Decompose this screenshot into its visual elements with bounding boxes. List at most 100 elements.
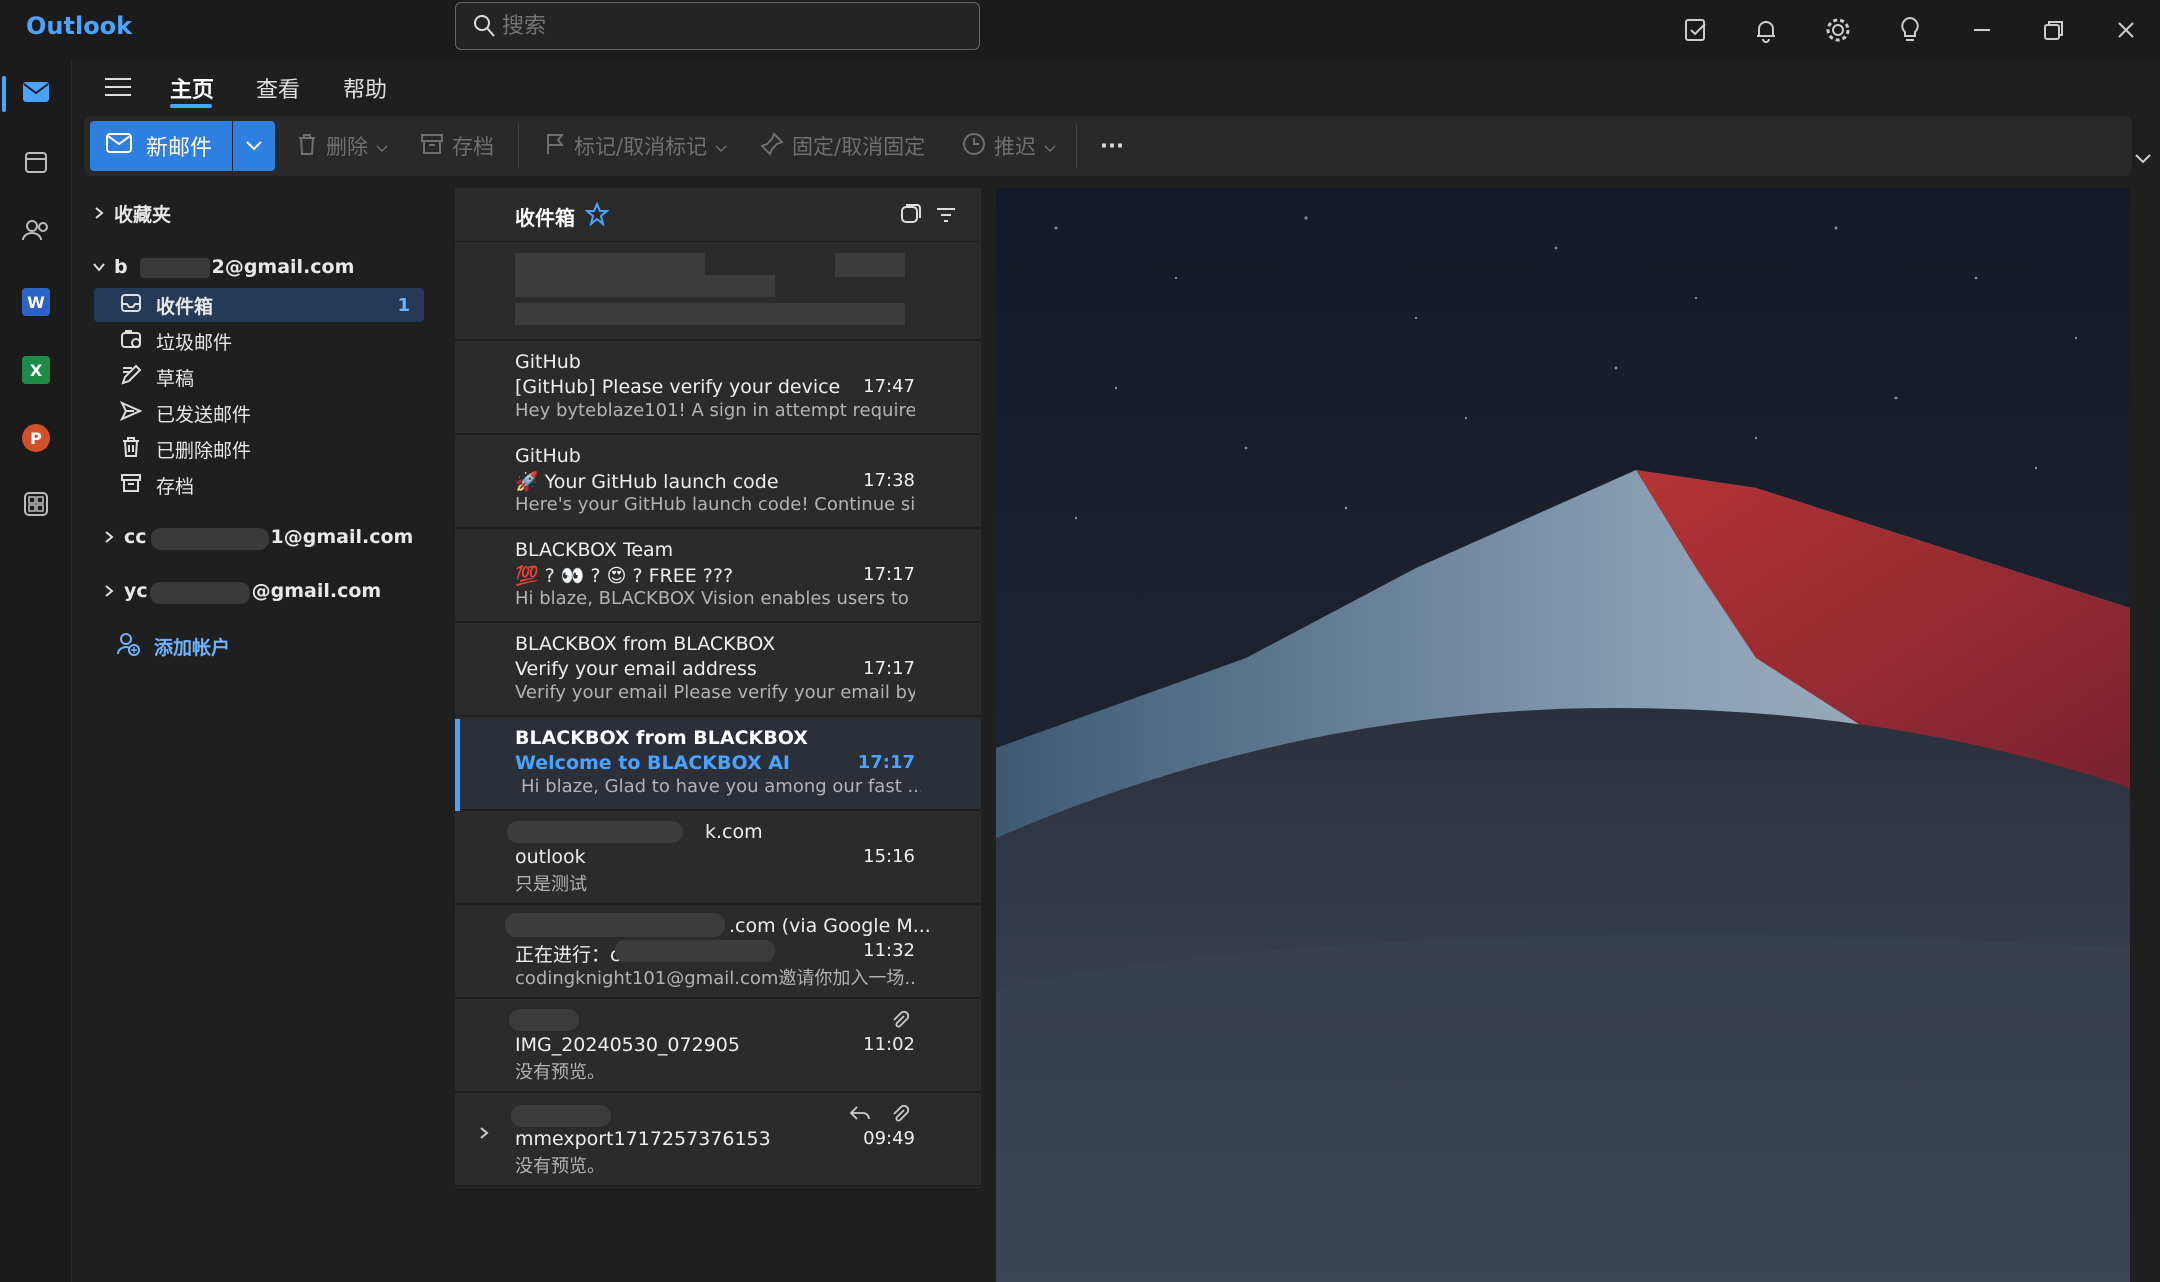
wallpaper-image xyxy=(996,188,2130,1282)
message-item[interactable]: k.com outlook 15:16 只是测试 xyxy=(455,813,981,905)
snooze-button[interactable]: 推迟 xyxy=(962,130,1056,162)
message-subject: 💯 ? 👀 ? 😍 ? FREE ??? xyxy=(515,565,734,587)
message-item[interactable]: BLACKBOX from BLACKBOX Verify your email… xyxy=(455,625,981,717)
message-sender: k.com xyxy=(705,821,763,843)
trash-icon xyxy=(120,436,142,463)
archive-button[interactable]: 存档 xyxy=(420,130,494,162)
search-input[interactable] xyxy=(502,9,962,43)
chevron-right-icon[interactable] xyxy=(479,1125,489,1144)
add-account-label: 添加帐户 xyxy=(154,637,231,659)
gear-icon[interactable] xyxy=(1818,10,1858,50)
folder-junk[interactable]: 垃圾邮件 xyxy=(94,324,424,358)
tab-underline xyxy=(170,104,212,108)
message-time: 15:16 xyxy=(863,846,915,867)
rail-people[interactable] xyxy=(0,204,72,260)
message-item[interactable]: GitHub [GitHub] Please verify your devic… xyxy=(455,343,981,435)
message-item[interactable]: GitHub 🚀 Your GitHub launch code 17:38 H… xyxy=(455,437,981,529)
redacted-text xyxy=(511,1105,611,1127)
tab-home[interactable]: 主页 xyxy=(170,72,214,104)
filter-icon[interactable] xyxy=(935,206,957,228)
select-mode-icon[interactable] xyxy=(899,204,921,230)
message-item[interactable]: BLACKBOX Team 💯 ? 👀 ? 😍 ? FREE ??? 17:17… xyxy=(455,531,981,623)
collapse-ribbon-icon[interactable] xyxy=(2134,150,2152,169)
account-group-2[interactable]: cc 1@gmail.com xyxy=(94,520,434,554)
favorites-label: 收藏夹 xyxy=(114,203,172,226)
message-item[interactable]: IMG_20240530_072905 11:02 没有预览。 xyxy=(455,1001,981,1093)
draft-icon xyxy=(120,364,142,391)
folder-drafts[interactable]: 草稿 xyxy=(94,360,424,394)
redacted-text xyxy=(128,256,212,278)
folder-label: 垃圾邮件 xyxy=(156,331,233,354)
restore-icon[interactable] xyxy=(2034,10,2074,50)
search-box[interactable] xyxy=(455,2,980,50)
message-preview: 没有预览。 xyxy=(515,1062,605,1083)
add-account-button[interactable]: 添加帐户 xyxy=(116,632,230,661)
flag-icon xyxy=(544,132,566,161)
rail-powerpoint[interactable]: P xyxy=(0,410,72,466)
todo-icon[interactable] xyxy=(1676,10,1716,50)
tab-help[interactable]: 帮助 xyxy=(343,72,387,104)
reply-icon xyxy=(849,1105,871,1127)
redacted-text xyxy=(505,913,725,937)
favorites-group[interactable]: 收藏夹 xyxy=(84,196,424,230)
folder-archive[interactable]: 存档 xyxy=(94,468,424,502)
new-mail-dropdown-button[interactable] xyxy=(233,121,275,171)
chevron-right-icon xyxy=(84,206,114,220)
chevron-right-icon xyxy=(94,530,124,544)
delete-button[interactable]: 删除 xyxy=(296,130,388,162)
ribbon-divider xyxy=(518,124,519,168)
message-time: 11:32 xyxy=(863,940,915,961)
message-sender: BLACKBOX from BLACKBOX xyxy=(515,727,808,749)
flag-button[interactable]: 标记/取消标记 xyxy=(544,130,727,162)
hamburger-menu-icon[interactable] xyxy=(104,76,132,102)
folder-sent[interactable]: 已发送邮件 xyxy=(94,396,424,430)
minimize-icon[interactable] xyxy=(1962,10,2002,50)
more-options-button[interactable]: ··· xyxy=(1100,130,1124,162)
calendar-icon xyxy=(24,150,48,178)
apps-icon xyxy=(23,491,49,521)
tab-view[interactable]: 查看 xyxy=(256,72,300,104)
redacted-message-row[interactable] xyxy=(455,243,981,341)
archive-icon xyxy=(120,473,142,498)
redacted-text xyxy=(507,821,683,843)
list-title: 收件箱 xyxy=(515,206,575,230)
message-time: 17:47 xyxy=(863,376,915,397)
rail-excel[interactable]: X xyxy=(0,342,72,398)
message-item-unread[interactable]: BLACKBOX from BLACKBOX Welcome to BLACKB… xyxy=(455,719,981,811)
account-group-3[interactable]: yc @gmail.com xyxy=(94,574,434,608)
chevron-down-icon xyxy=(715,134,727,158)
rail-calendar[interactable] xyxy=(0,136,72,192)
star-icon[interactable] xyxy=(584,201,610,230)
chevron-down-icon xyxy=(376,134,388,158)
rail-mail[interactable] xyxy=(0,66,72,122)
message-subject: 🚀 Your GitHub launch code xyxy=(515,471,779,493)
message-item[interactable]: .com (via Google M... 正在进行：cc nail.c... … xyxy=(455,907,981,999)
flag-label: 标记/取消标记 xyxy=(574,135,708,159)
lightbulb-icon[interactable] xyxy=(1890,10,1930,50)
redacted-text xyxy=(509,1009,579,1031)
junk-icon xyxy=(120,329,142,354)
message-item[interactable]: mmexport1717257376153 09:49 没有预览。 xyxy=(455,1095,981,1187)
folder-deleted[interactable]: 已删除邮件 xyxy=(94,432,424,466)
message-subject: mmexport1717257376153 xyxy=(515,1128,771,1150)
attachment-icon xyxy=(891,1010,910,1035)
pin-button[interactable]: 固定/取消固定 xyxy=(760,130,925,162)
folder-inbox[interactable]: 收件箱 1 xyxy=(94,288,424,322)
bell-icon[interactable] xyxy=(1746,10,1786,50)
close-icon[interactable] xyxy=(2106,10,2146,50)
account-group-1[interactable]: b 2@gmail.com xyxy=(84,250,424,284)
delete-label: 删除 xyxy=(326,135,368,159)
excel-icon: X xyxy=(22,356,50,384)
folder-label: 草稿 xyxy=(156,367,195,390)
message-preview: codingknight101@gmail.com邀请你加入一场... xyxy=(515,968,915,989)
redacted-text xyxy=(835,253,905,277)
rail-word[interactable]: W xyxy=(0,274,72,330)
redacted-text xyxy=(515,275,775,297)
chevron-down-icon xyxy=(1044,134,1056,158)
message-time: 17:17 xyxy=(863,658,915,679)
new-mail-button[interactable]: 新邮件 xyxy=(90,121,232,171)
message-sender: .com (via Google M... xyxy=(729,915,931,937)
rail-apps[interactable] xyxy=(0,478,72,534)
folder-label: 收件箱 xyxy=(156,295,214,318)
message-subject: [GitHub] Please verify your device xyxy=(515,376,841,398)
